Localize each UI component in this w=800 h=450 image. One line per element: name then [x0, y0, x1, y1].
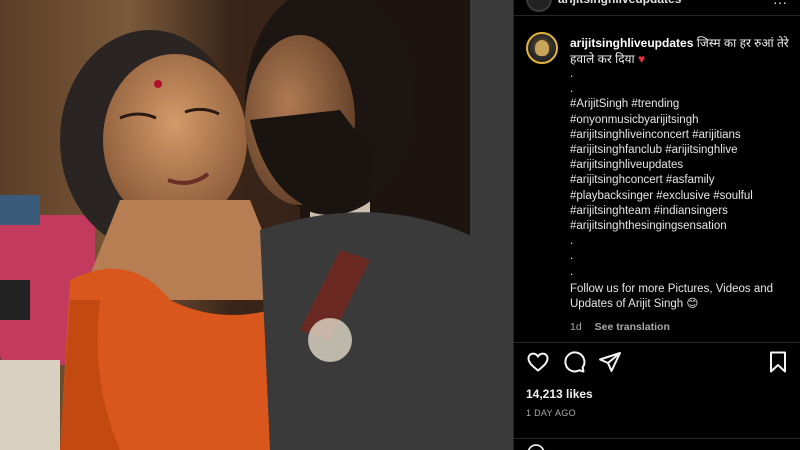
red-heart-emoji: ♥	[637, 52, 646, 66]
header-avatar[interactable]	[526, 0, 552, 12]
caption-hashtag-line[interactable]: #arijitsinghliveupdates	[570, 158, 798, 173]
caption-hashtag-line[interactable]: #arijitsinghfanclub #arijitsinghlive	[570, 143, 798, 158]
caption-hashtag-line[interactable]: #arijitsinghthesingingsensation	[570, 219, 798, 234]
bookmark-icon[interactable]	[766, 350, 790, 374]
post-age: 1d	[570, 320, 582, 333]
post-side-panel: arijitsinghliveupdates ··· arijitsinghli…	[513, 0, 800, 450]
caption-dot-line: .	[570, 235, 574, 248]
action-bar	[526, 350, 790, 376]
likes-count[interactable]: 14,213 likes	[526, 387, 593, 401]
caption-meta: 1d See translation	[570, 321, 798, 333]
caption-hashtag-line[interactable]: #playbacksinger #exclusive #soulful	[570, 189, 798, 204]
share-icon[interactable]	[598, 350, 622, 374]
caption-hashtag-line[interactable]: #arijitsinghteam #indiansingers	[570, 204, 798, 219]
header-username[interactable]: arijitsinghliveupdates	[558, 0, 758, 6]
caption-username[interactable]: arijitsinghliveupdates	[570, 36, 693, 50]
caption-body: arijitsinghliveupdates जिस्म का हर रुआं …	[570, 35, 798, 333]
avatar-image	[535, 40, 549, 56]
avatar[interactable]	[526, 32, 558, 64]
more-icon[interactable]: ···	[773, 0, 787, 10]
emoji-icon[interactable]	[526, 443, 546, 450]
caption-dot-line: .	[570, 68, 574, 80]
caption-first-line: arijitsinghliveupdates जिस्म का हर रुआं …	[570, 35, 798, 67]
divider	[514, 438, 800, 439]
caption-dot-line: .	[570, 250, 574, 263]
caption-hashtag-line[interactable]: #arijitsinghliveinconcert #arijitians	[570, 128, 798, 143]
post-header: arijitsinghliveupdates ···	[514, 0, 800, 16]
caption-hashtags: .. #ArijitSingh #trending #onyonmusicbyari…	[570, 67, 798, 280]
post-date: 1 DAY AGO	[526, 408, 576, 418]
post-photo[interactable]	[0, 0, 513, 450]
heart-icon[interactable]	[526, 350, 550, 374]
caption-hashtag-line[interactable]: #onyonmusicbyarijitsingh	[570, 113, 798, 128]
photo-illustration	[0, 0, 513, 450]
caption-dot-line: .	[570, 265, 574, 278]
see-translation-link[interactable]: See translation	[595, 321, 670, 333]
caption-dot-line: .	[570, 83, 574, 96]
caption-follow-text: Follow us for more Pictures, Videos and …	[570, 282, 774, 311]
caption-hashtag-line[interactable]: #ArijitSingh #trending	[570, 97, 798, 112]
divider	[514, 342, 800, 343]
comment-icon[interactable]	[562, 350, 586, 374]
caption-hashtag-line[interactable]: #arijitsinghconcert #asfamily	[570, 173, 798, 188]
